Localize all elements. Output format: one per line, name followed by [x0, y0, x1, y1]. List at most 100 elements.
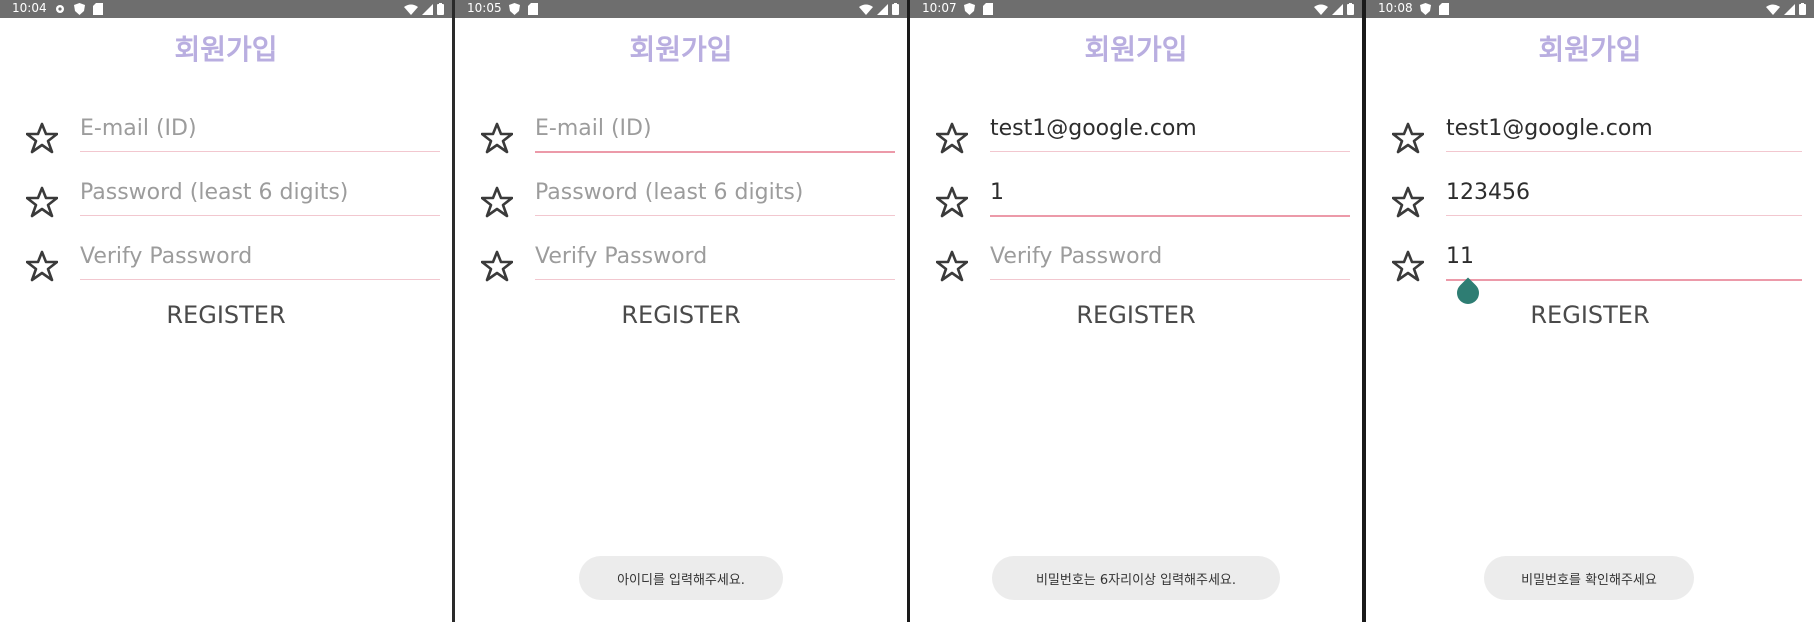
battery-icon: [1799, 3, 1806, 15]
star-outline-icon: [1392, 122, 1424, 154]
password-row: [0, 172, 452, 222]
register-screen-4: 10:08 회원가입 test1@google.com 123456 11 RE…: [1366, 0, 1814, 622]
signal-icon: [877, 3, 888, 15]
status-time: 10:04: [12, 1, 47, 15]
password-input[interactable]: [535, 172, 895, 212]
page-title: 회원가입: [1084, 33, 1188, 66]
signal-icon: [422, 3, 433, 15]
verify-password-underline: [1446, 279, 1802, 281]
star-outline-icon: [26, 250, 58, 282]
email-input[interactable]: [535, 108, 895, 148]
register-screen-3: 10:07 회원가입 test1@google.com 1 Verify Pas…: [910, 0, 1362, 622]
signal-icon: [1332, 3, 1343, 15]
sd-card-icon: [1439, 3, 1449, 15]
email-input[interactable]: [1446, 108, 1802, 148]
verify-password-field: [80, 236, 440, 280]
email-underline: [535, 151, 895, 153]
password-underline: [80, 215, 440, 216]
password-underline: [990, 215, 1350, 217]
password-input[interactable]: [1446, 172, 1802, 212]
email-field: [535, 108, 895, 153]
shield-icon: [964, 3, 975, 15]
email-input[interactable]: [990, 108, 1350, 148]
battery-icon: [437, 3, 444, 15]
page-title: 회원가입: [1538, 33, 1642, 66]
verify-password-row: [0, 236, 452, 286]
password-underline: [535, 215, 895, 216]
page-title: 회원가입: [629, 33, 733, 66]
signal-icon: [1784, 3, 1795, 15]
email-row: [1366, 108, 1814, 158]
password-field: [1446, 172, 1802, 216]
star-outline-icon: [936, 186, 968, 218]
star-outline-icon: [481, 122, 513, 154]
star-outline-icon: [1392, 250, 1424, 282]
password-underline: [1446, 215, 1802, 216]
star-outline-icon: [936, 250, 968, 282]
email-row: [910, 108, 1362, 158]
email-input[interactable]: [80, 108, 440, 148]
verify-password-underline: [990, 279, 1350, 280]
sd-card-icon: [93, 3, 103, 15]
verify-password-row: [1366, 236, 1814, 309]
email-row: [455, 108, 907, 158]
status-time: 10:08: [1378, 1, 1413, 15]
verify-password-input[interactable]: [1446, 236, 1802, 276]
email-field: [80, 108, 440, 152]
star-outline-icon: [26, 186, 58, 218]
verify-password-underline: [535, 279, 895, 280]
password-row: [455, 172, 907, 222]
register-button[interactable]: REGISTER: [0, 300, 452, 330]
password-field: [535, 172, 895, 216]
status-time: 10:05: [467, 1, 502, 15]
status-time: 10:07: [922, 1, 957, 15]
screenshot-strip: 10:04 회원가입 E-mail (ID) Password (least 6…: [0, 0, 1814, 622]
email-field: [990, 108, 1350, 152]
email-underline: [80, 151, 440, 152]
wifi-icon: [1766, 4, 1780, 15]
star-outline-icon: [481, 250, 513, 282]
register-button[interactable]: REGISTER: [455, 300, 907, 330]
wifi-icon: [1314, 4, 1328, 15]
verify-password-row: [910, 236, 1362, 286]
password-input[interactable]: [80, 172, 440, 212]
password-row: [910, 172, 1362, 222]
verify-password-input[interactable]: [990, 236, 1350, 276]
register-button[interactable]: REGISTER: [1366, 300, 1814, 330]
wifi-icon: [859, 4, 873, 15]
password-row: [1366, 172, 1814, 222]
verify-password-field: [1446, 236, 1802, 281]
password-input[interactable]: [990, 172, 1350, 212]
verify-password-row: [455, 236, 907, 286]
star-outline-icon: [481, 186, 513, 218]
password-field: [80, 172, 440, 216]
toast-message: 비밀번호를 확인해주세요: [1484, 556, 1694, 600]
email-underline: [990, 151, 1350, 152]
sd-card-icon: [983, 3, 993, 15]
verify-password-input[interactable]: [80, 236, 440, 276]
battery-icon: [1347, 3, 1354, 15]
wifi-icon: [404, 4, 418, 15]
star-outline-icon: [26, 122, 58, 154]
verify-password-underline: [80, 279, 440, 280]
status-bar: 10:04: [0, 0, 452, 18]
toast-message: 비밀번호는 6자리이상 입력해주세요.: [992, 556, 1280, 600]
page-title: 회원가입: [174, 33, 278, 66]
settings-icon: [56, 5, 64, 13]
register-screen-1: 10:04 회원가입 E-mail (ID) Password (least 6…: [0, 0, 452, 622]
register-screen-2: 10:05 회원가입 E-mail (ID) Password (least 6…: [455, 0, 907, 622]
password-field: [990, 172, 1350, 217]
email-row: [0, 108, 452, 158]
star-outline-icon: [936, 122, 968, 154]
toast-message: 아이디를 입력해주세요.: [579, 556, 783, 600]
verify-password-field: [990, 236, 1350, 280]
status-bar: 10:07: [910, 0, 1362, 18]
register-button[interactable]: REGISTER: [910, 300, 1362, 330]
shield-icon: [74, 3, 85, 15]
sd-card-icon: [528, 3, 538, 15]
status-bar: 10:08: [1366, 0, 1814, 18]
verify-password-field: [535, 236, 895, 280]
verify-password-input[interactable]: [535, 236, 895, 276]
shield-icon: [1420, 3, 1431, 15]
shield-icon: [509, 3, 520, 15]
